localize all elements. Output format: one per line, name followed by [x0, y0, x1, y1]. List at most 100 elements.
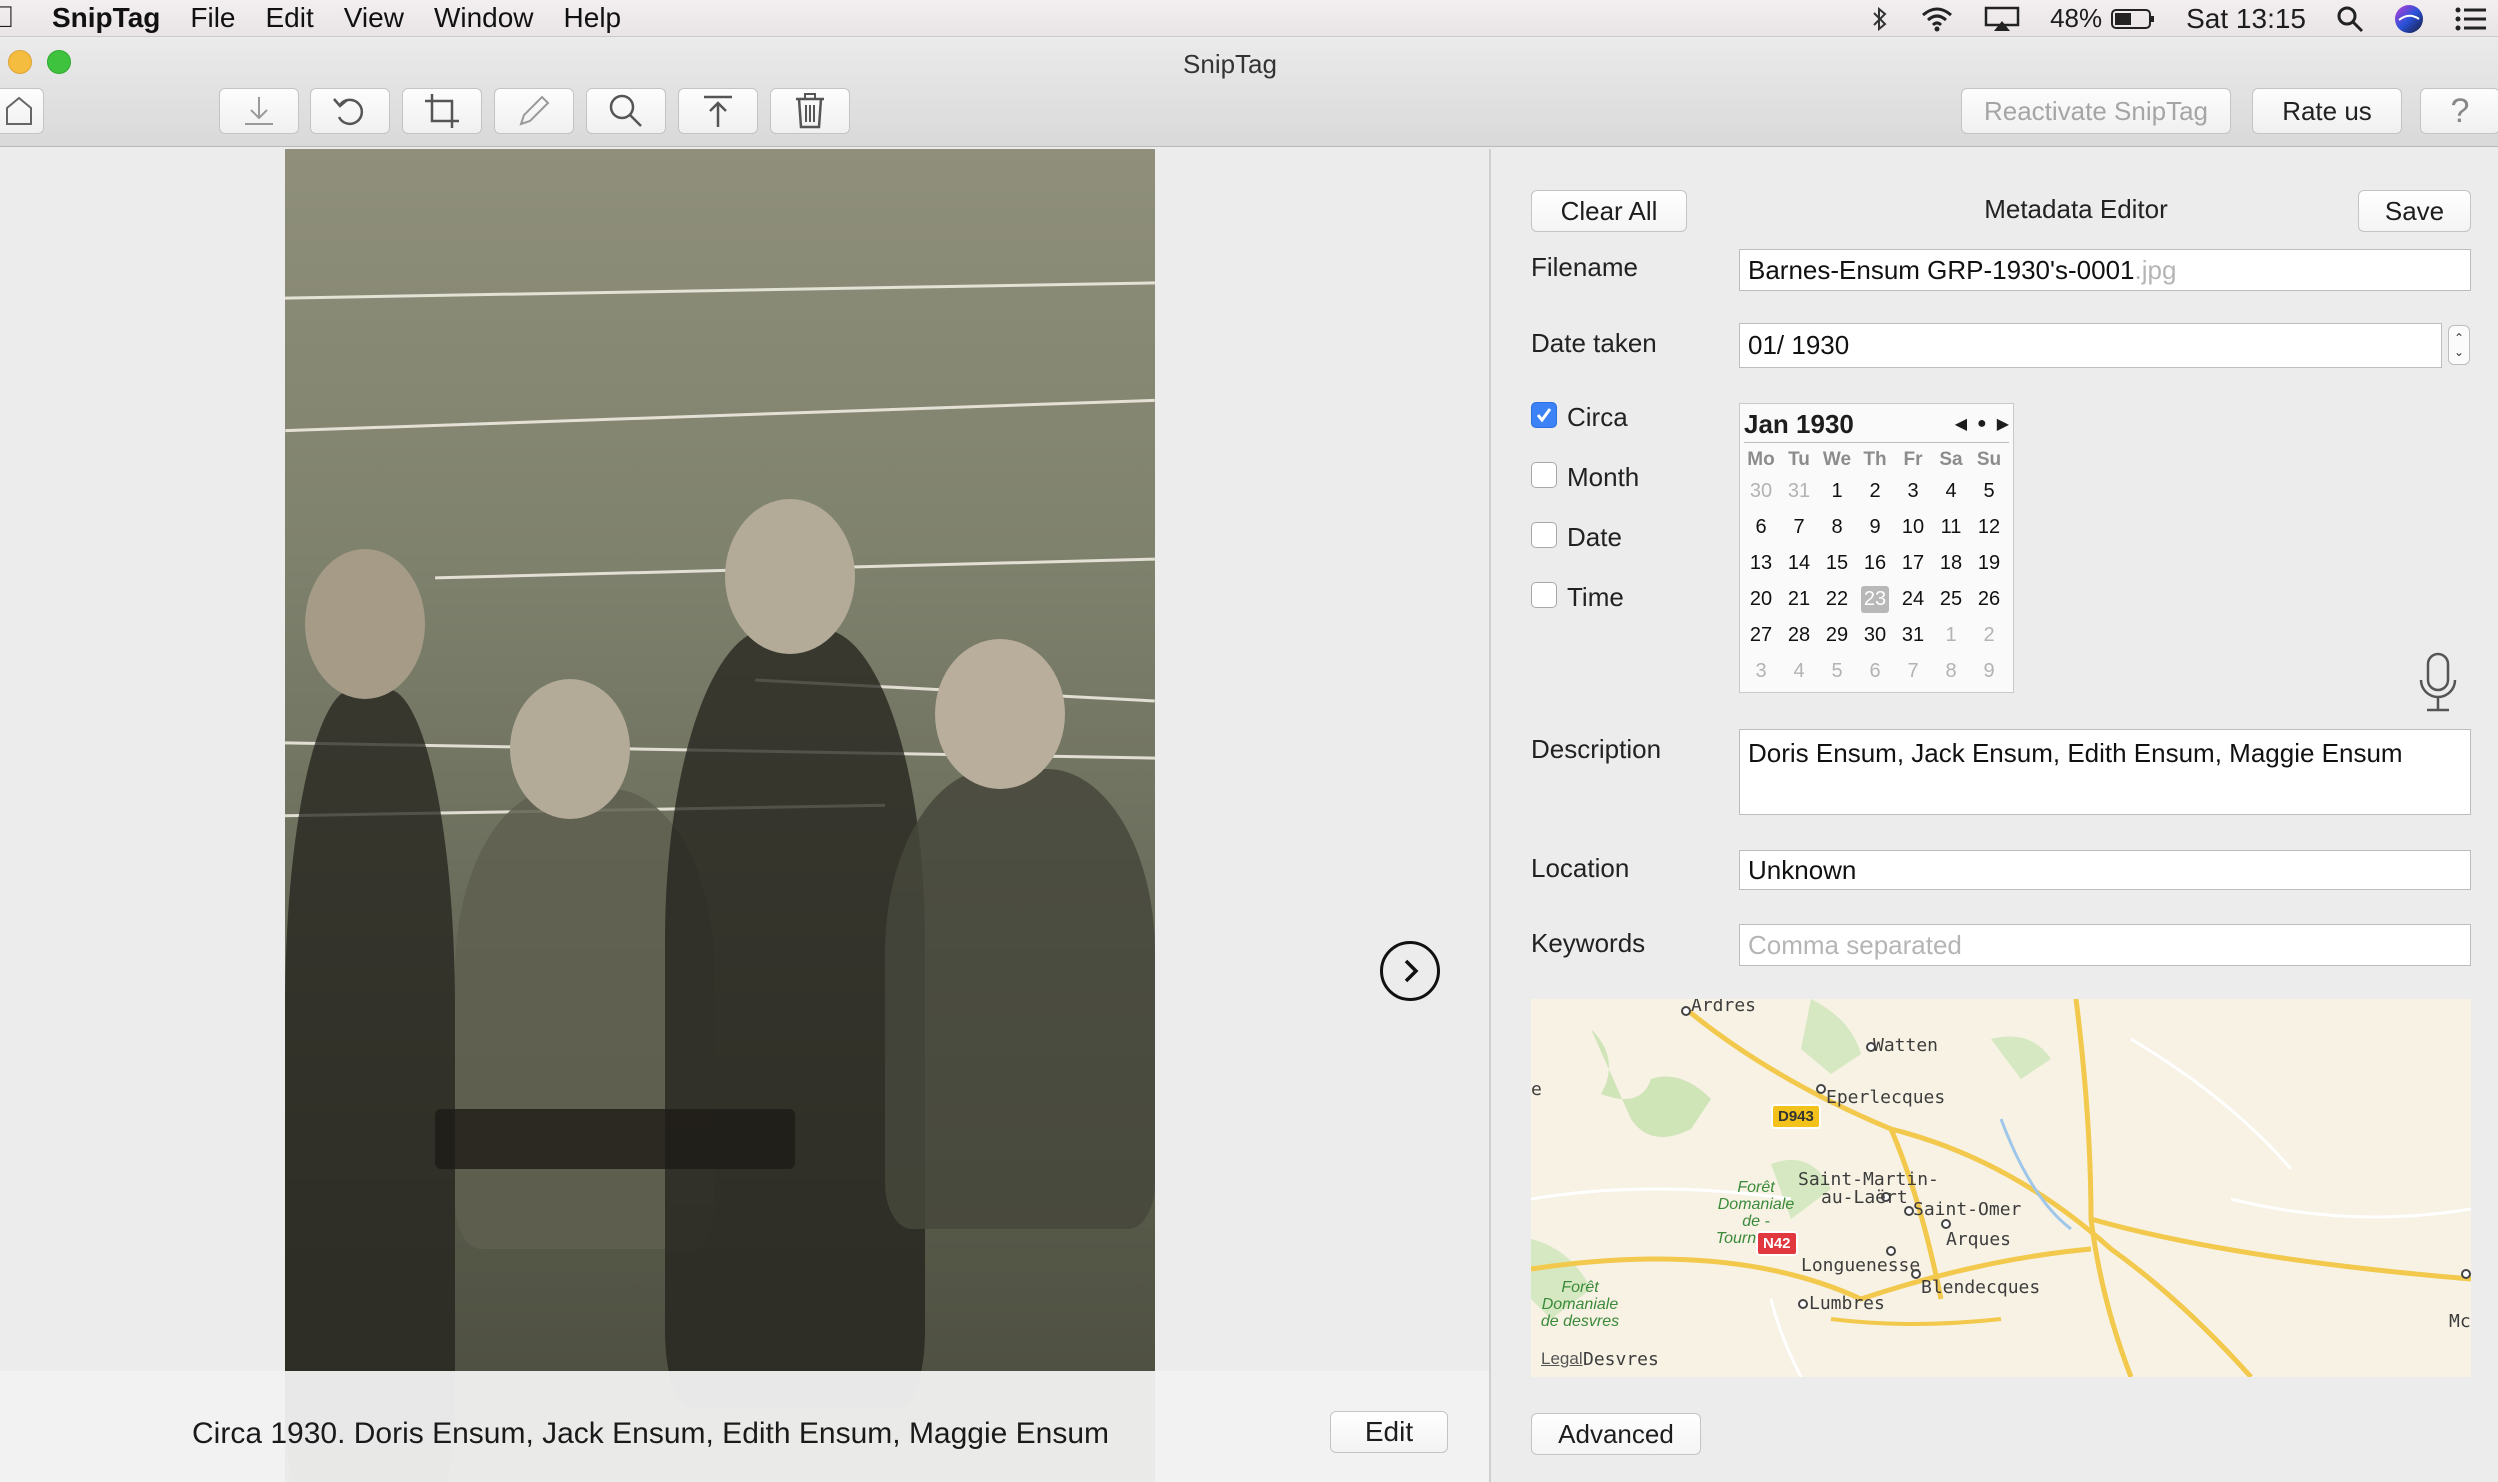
month-label[interactable]: Month [1567, 462, 1639, 493]
map-place-ardres: Ardres [1691, 999, 1757, 1016]
calendar-day[interactable]: 19 [1970, 545, 2008, 581]
calendar-day[interactable]: 10 [1894, 509, 1932, 545]
circa-checkbox[interactable] [1531, 402, 1557, 428]
calendar-day[interactable]: 1 [1818, 473, 1856, 509]
calendar-day[interactable]: 2 [1970, 617, 2008, 653]
calendar-month-label: Jan 1930 [1744, 408, 1854, 439]
month-checkbox[interactable] [1531, 462, 1557, 488]
calendar-selected-day[interactable]: 23 [1860, 585, 1890, 613]
time-label[interactable]: Time [1567, 582, 1624, 613]
calendar-day[interactable]: 31 [1894, 617, 1932, 653]
filename-field[interactable]: Barnes-Ensum GRP-1930's-0001 .jpg [1739, 249, 2471, 291]
calendar-day[interactable]: 3 [1894, 473, 1932, 509]
microphone-icon[interactable] [2417, 652, 2459, 719]
calendar-day[interactable]: 7 [1780, 509, 1818, 545]
circa-label[interactable]: Circa [1567, 402, 1628, 433]
reactivate-button[interactable]: Reactivate SnipTag [1961, 88, 2231, 134]
delete-button[interactable] [770, 88, 850, 134]
calendar-day[interactable]: 1 [1932, 617, 1970, 653]
time-checkbox[interactable] [1531, 582, 1557, 608]
calendar-day[interactable]: 28 [1780, 617, 1818, 653]
calendar-day[interactable]: 16 [1856, 545, 1894, 581]
advanced-button[interactable]: Advanced [1531, 1413, 1701, 1455]
location-field[interactable]: Unknown [1739, 850, 2471, 890]
calendar-day[interactable]: 31 [1780, 473, 1818, 509]
calendar-day[interactable]: 7 [1894, 653, 1932, 689]
date-stepper[interactable]: ⌃ ⌄ [2448, 325, 2470, 365]
menu-view[interactable]: View [344, 2, 404, 34]
description-label: Description [1531, 734, 1662, 764]
edit-caption-button[interactable]: Edit [1330, 1411, 1448, 1453]
calendar-day[interactable]: 4 [1780, 653, 1818, 689]
calendar-day[interactable]: 29 [1818, 617, 1856, 653]
next-month-icon[interactable]: ▶ [1997, 414, 2009, 434]
spotlight-search-icon[interactable] [2336, 5, 2364, 33]
zoom-tool-button[interactable] [586, 88, 666, 134]
calendar-day[interactable]: 17 [1894, 545, 1932, 581]
calendar-day[interactable]: 8 [1932, 653, 1970, 689]
calendar-day[interactable]: 24 [1894, 581, 1932, 617]
calendar-day[interactable]: 6 [1856, 653, 1894, 689]
clear-all-button[interactable]: Clear All [1531, 190, 1687, 232]
date-checkbox[interactable] [1531, 522, 1557, 548]
today-dot-icon[interactable]: ● [1977, 415, 1987, 433]
calendar-day[interactable]: 2 [1856, 473, 1894, 509]
calendar-day[interactable]: 4 [1932, 473, 1970, 509]
calendar-day[interactable]: 25 [1932, 581, 1970, 617]
calendar-day[interactable]: 21 [1780, 581, 1818, 617]
save-button[interactable]: Save [2358, 190, 2471, 232]
calendar-day[interactable]: 5 [1970, 473, 2008, 509]
calendar-day[interactable]: 13 [1742, 545, 1780, 581]
battery-icon[interactable] [2110, 7, 2156, 31]
calendar-day[interactable]: 22 [1818, 581, 1856, 617]
menu-window[interactable]: Window [434, 2, 534, 34]
rotate-button[interactable] [310, 88, 390, 134]
calendar-day[interactable]: 9 [1856, 509, 1894, 545]
calendar-day[interactable]: 27 [1742, 617, 1780, 653]
calendar-day[interactable]: 12 [1970, 509, 2008, 545]
notification-center-icon[interactable] [2454, 6, 2488, 32]
calendar-day[interactable]: 6 [1742, 509, 1780, 545]
calendar-day[interactable]: 20 [1742, 581, 1780, 617]
help-button[interactable]: ? [2420, 88, 2498, 134]
import-button[interactable] [219, 88, 299, 134]
rate-us-button[interactable]: Rate us [2252, 88, 2402, 134]
wifi-icon[interactable] [1920, 6, 1954, 32]
apple-icon[interactable]:  [0, 0, 18, 37]
location-map[interactable]: Ardres Watten Eperlecques Saint-Martin- … [1531, 999, 2471, 1377]
menubar-clock[interactable]: Sat 13:15 [2186, 3, 2306, 35]
edit-tool-button[interactable] [494, 88, 574, 134]
calendar-day[interactable]: 11 [1932, 509, 1970, 545]
previous-month-icon[interactable]: ◀ [1955, 414, 1967, 434]
date-label[interactable]: Date [1567, 522, 1622, 553]
menu-help[interactable]: Help [564, 2, 622, 34]
chevron-down-icon[interactable]: ⌄ [2454, 345, 2464, 359]
calendar-day[interactable]: 26 [1970, 581, 2008, 617]
home-button[interactable] [0, 88, 44, 134]
calendar-day[interactable]: 23 [1856, 581, 1894, 617]
keywords-field[interactable]: Comma separated [1739, 924, 2471, 966]
next-photo-button[interactable] [1380, 941, 1440, 1001]
chevron-up-icon[interactable]: ⌃ [2454, 331, 2464, 345]
calendar-day[interactable]: 15 [1818, 545, 1856, 581]
crop-button[interactable] [402, 88, 482, 134]
calendar-day[interactable]: 8 [1818, 509, 1856, 545]
description-field[interactable]: Doris Ensum, Jack Ensum, Edith Ensum, Ma… [1739, 729, 2471, 815]
menu-file[interactable]: File [190, 2, 235, 34]
export-button[interactable] [678, 88, 758, 134]
calendar-day[interactable]: 5 [1818, 653, 1856, 689]
rotate-icon [333, 98, 364, 126]
date-taken-field[interactable]: 01/ 1930 [1739, 323, 2442, 368]
calendar-day[interactable]: 30 [1742, 473, 1780, 509]
menu-app-name[interactable]: SnipTag [52, 2, 160, 34]
airplay-icon[interactable] [1984, 6, 2020, 32]
bluetooth-icon[interactable] [1870, 6, 1890, 32]
calendar-day[interactable]: 14 [1780, 545, 1818, 581]
siri-icon[interactable] [2394, 4, 2424, 34]
map-legal-link[interactable]: Legal [1541, 1349, 1583, 1369]
menu-edit[interactable]: Edit [266, 2, 314, 34]
calendar-day[interactable]: 3 [1742, 653, 1780, 689]
calendar-day[interactable]: 9 [1970, 653, 2008, 689]
calendar-day[interactable]: 18 [1932, 545, 1970, 581]
calendar-day[interactable]: 30 [1856, 617, 1894, 653]
